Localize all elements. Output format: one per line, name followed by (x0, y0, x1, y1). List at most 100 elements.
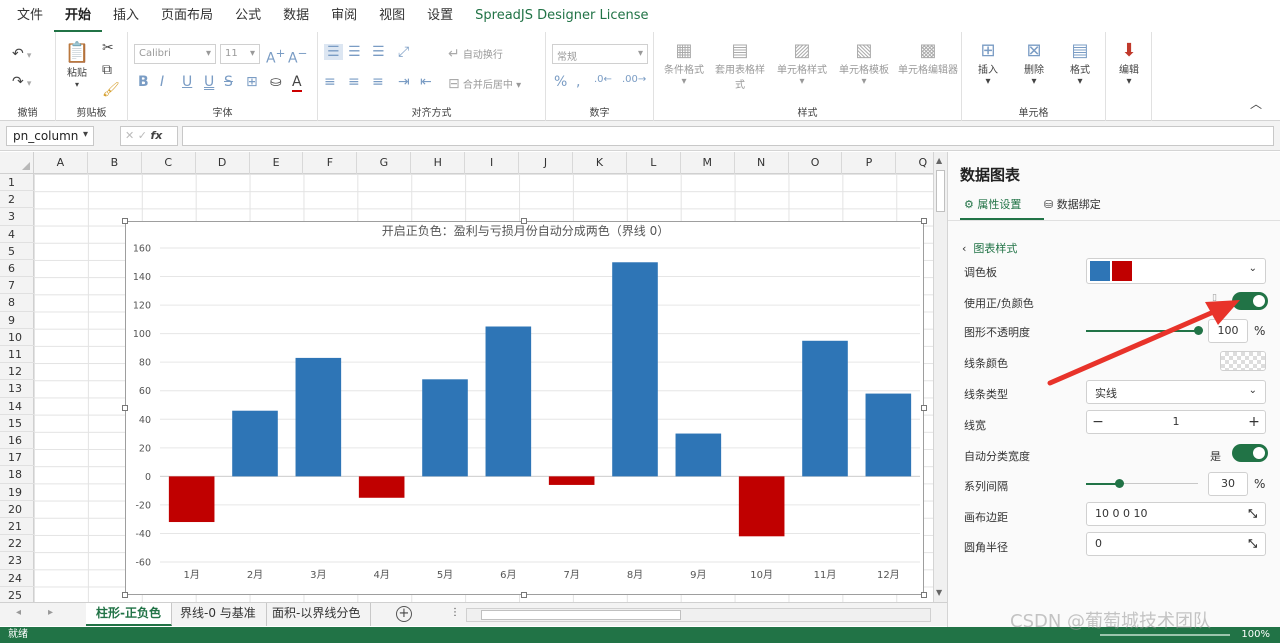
tab-next-icon[interactable]: ▸ (48, 607, 53, 618)
row-header-cell[interactable]: 7 (0, 277, 34, 295)
outdent-icon[interactable]: ⇤ (420, 74, 432, 90)
row-header-cell[interactable]: 3 (0, 208, 34, 226)
align-left-icon[interactable]: ≡ (324, 74, 336, 90)
row-header-cell[interactable]: 15 (0, 415, 34, 432)
series-gap-slider-knob[interactable] (1115, 479, 1124, 488)
align-center-icon[interactable]: ≡ (348, 74, 360, 90)
column-header-cell[interactable]: G (357, 152, 412, 174)
tab-options-icon[interactable]: ⋮ (450, 607, 460, 618)
column-header-cell[interactable]: M (681, 152, 735, 174)
tab-baseline[interactable]: 界线-0 与基准 (170, 603, 267, 626)
column-header-cell[interactable]: K (573, 152, 627, 174)
horizontal-scroll-thumb[interactable] (481, 610, 681, 620)
row-header-cell[interactable]: 12 (0, 363, 34, 381)
menu-license[interactable]: SpreadJS Designer License (464, 0, 659, 32)
double-underline-icon[interactable]: U (204, 74, 214, 90)
auto-width-toggle[interactable] (1232, 444, 1268, 462)
scroll-up-icon[interactable]: ▲ (936, 156, 942, 165)
cut-icon[interactable]: ✂ (102, 40, 114, 56)
add-sheet-icon[interactable]: + (396, 606, 412, 622)
opacity-input[interactable]: 100 (1208, 319, 1248, 343)
undo-icon[interactable]: ↶ ▾ (12, 46, 31, 62)
comma-icon[interactable]: , (576, 74, 580, 90)
resize-handle[interactable] (921, 592, 927, 598)
row-header-cell[interactable]: 11 (0, 346, 34, 364)
scroll-down-icon[interactable]: ▼ (936, 588, 942, 597)
confirm-icon[interactable]: ✓ (138, 129, 147, 142)
row-header-cell[interactable]: 22 (0, 535, 34, 553)
row-header-cell[interactable]: 23 (0, 552, 34, 570)
align-right-icon[interactable]: ≡ (372, 74, 384, 90)
padding-input[interactable]: 10 0 0 10 ⤡ (1086, 502, 1266, 526)
name-box[interactable]: pn_column (6, 126, 94, 146)
resize-handle[interactable] (521, 218, 527, 224)
column-header-cell[interactable]: F (304, 152, 358, 174)
section-chart-style[interactable]: ‹ 图表样式 (962, 240, 1017, 256)
font-color-icon[interactable]: A (292, 74, 302, 92)
column-header-cell[interactable]: J (519, 152, 573, 174)
align-top-icon[interactable]: ☰ (324, 44, 343, 60)
edit-button[interactable]: ⬇ 编辑 ▾ (1114, 40, 1144, 87)
tab-properties[interactable]: ⚙ 属性设置 (964, 196, 1021, 212)
menu-view[interactable]: 视图 (368, 0, 416, 32)
select-all-corner[interactable] (0, 152, 34, 174)
row-header-cell[interactable]: 24 (0, 570, 34, 587)
conditional-format-button[interactable]: ▦ 条件格式 ▾ (658, 40, 710, 87)
align-bottom-icon[interactable]: ☰ (372, 44, 385, 60)
menu-file[interactable]: 文件 (6, 0, 54, 32)
resize-handle[interactable] (521, 592, 527, 598)
plus-icon[interactable]: + (1243, 411, 1265, 433)
palette-select[interactable]: ⌄ (1086, 258, 1266, 284)
italic-icon[interactable]: I (160, 74, 164, 90)
wrap-text-button[interactable]: ↵ 自动换行 (448, 46, 503, 62)
align-middle-icon[interactable]: ☰ (348, 44, 361, 60)
percent-icon[interactable]: % (554, 74, 567, 90)
row-header-cell[interactable]: 4 (0, 226, 34, 243)
row-header-cell[interactable]: 14 (0, 398, 34, 415)
underline-icon[interactable]: U (182, 74, 192, 90)
insert-cells-button[interactable]: ⊞ 插入 ▾ (972, 40, 1004, 87)
tab-data-binding[interactable]: ⛁ 数据绑定 (1044, 196, 1101, 212)
strikethrough-icon[interactable]: S (224, 74, 233, 90)
resize-handle[interactable] (921, 405, 927, 411)
format-cells-button[interactable]: ▤ 格式 ▾ (1064, 40, 1096, 87)
minus-icon[interactable]: − (1087, 411, 1109, 433)
format-painter-icon[interactable]: 🖌 (102, 82, 120, 98)
indent-icon[interactable]: ⇥ (398, 74, 410, 90)
column-header-cell[interactable]: A (34, 152, 88, 174)
line-type-select[interactable]: 实线 ⌄ (1086, 380, 1266, 404)
resize-handle[interactable] (122, 592, 128, 598)
row-header-cell[interactable]: 13 (0, 380, 34, 398)
row-header-cell[interactable]: 25 (0, 587, 34, 602)
column-header-cell[interactable]: C (142, 152, 196, 174)
bold-icon[interactable]: B (138, 74, 149, 90)
cell-style-button[interactable]: ▨ 单元格样式 ▾ (774, 40, 830, 87)
tab-bar-posneg[interactable]: 柱形-正负色 (86, 603, 172, 626)
column-header-cell[interactable]: H (411, 152, 466, 174)
paste-button[interactable]: 📋 粘贴 ▾ (64, 40, 90, 90)
row-header-cell[interactable]: 1 (0, 174, 34, 192)
cancel-icon[interactable]: ✕ (125, 129, 134, 142)
row-header-cell[interactable]: 17 (0, 449, 34, 467)
shrink-font-icon[interactable]: A− (288, 46, 307, 67)
opacity-slider-knob[interactable] (1194, 326, 1203, 335)
column-header-cell[interactable]: L (627, 152, 681, 174)
font-name-select[interactable]: Calibri (134, 44, 216, 64)
delete-cells-button[interactable]: ⊠ 删除 ▾ (1018, 40, 1050, 87)
chart[interactable]: 开启正负色：盈利与亏损月份自动分成两色（界线 0） -60 -40 -20 0 20 40 6… (125, 221, 924, 595)
table-style-button[interactable]: ▤ 套用表格样式 (712, 40, 768, 91)
menu-settings[interactable]: 设置 (416, 0, 464, 32)
row-header-cell[interactable]: 6 (0, 260, 34, 278)
tab-prev-icon[interactable]: ◂ (16, 607, 21, 618)
vertical-scrollbar[interactable]: ▲ ▼ (933, 152, 947, 602)
line-color-picker[interactable] (1220, 351, 1266, 371)
column-header-cell[interactable]: O (789, 152, 843, 174)
column-header-cell[interactable]: I (465, 152, 520, 174)
zoom-level[interactable]: 100% (1241, 627, 1270, 643)
zoom-slider[interactable] (1100, 634, 1230, 636)
collapse-ribbon-icon[interactable]: ︿ (1250, 95, 1262, 112)
font-size-select[interactable]: 11 (220, 44, 260, 64)
row-header-cell[interactable]: 10 (0, 329, 34, 346)
menu-data[interactable]: 数据 (272, 0, 320, 32)
border-icon[interactable]: ⊞ (246, 74, 258, 90)
